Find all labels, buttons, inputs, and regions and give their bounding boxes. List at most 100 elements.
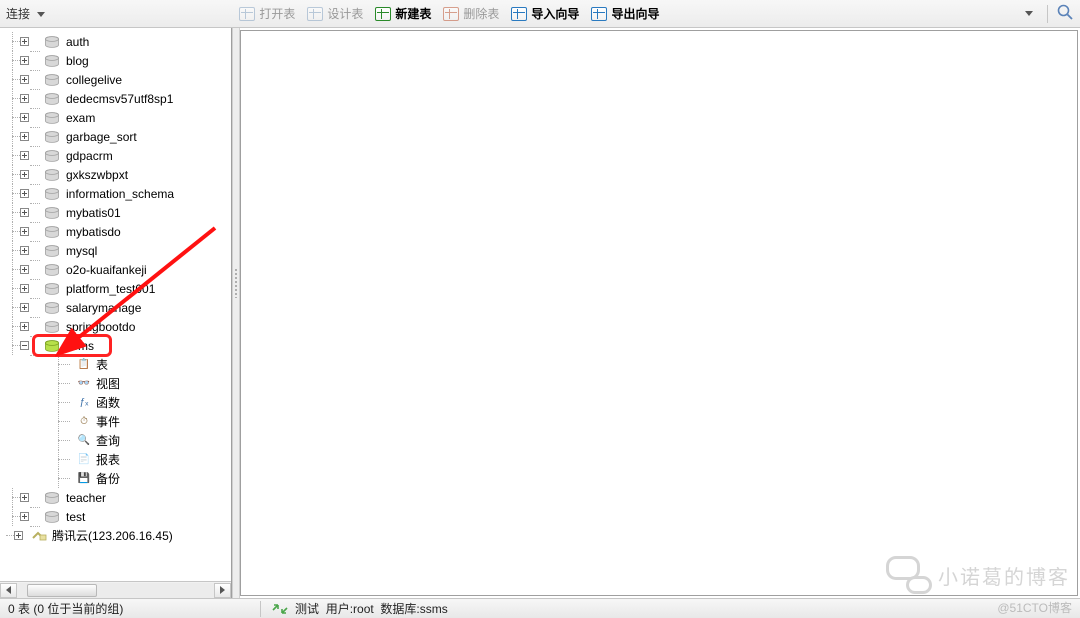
database-node-information_schema[interactable]: information_schema xyxy=(2,184,231,203)
database-icon xyxy=(44,169,62,181)
search-button[interactable] xyxy=(1056,3,1074,24)
database-icon xyxy=(44,36,62,48)
delete-table-label: 删除表 xyxy=(463,5,499,22)
status-right: 测试 用户: root 数据库: ssms xyxy=(261,600,458,617)
toolbar: 连接 打开表 设计表 新建表 删除表 导入向导 导出向导 xyxy=(0,0,1080,28)
db-child-events[interactable]: ⏱ 事件 xyxy=(2,412,231,431)
database-node-dedecmsv57utf8sp1[interactable]: dedecmsv57utf8sp1 xyxy=(2,89,231,108)
db-child-views[interactable]: 👓 视图 xyxy=(2,374,231,393)
status-db-label: 数据库: xyxy=(380,600,419,617)
database-node-o2o-kuaifankeji[interactable]: o2o-kuaifankeji xyxy=(2,260,231,279)
design-table-label: 设计表 xyxy=(327,5,363,22)
database-label: mysql xyxy=(66,244,97,258)
database-label: auth xyxy=(66,35,89,49)
status-user-value: root xyxy=(353,602,374,616)
scroll-track[interactable] xyxy=(17,583,214,598)
db-child-label: 视图 xyxy=(96,375,120,392)
status-db-value: ssms xyxy=(420,602,448,616)
database-label: gxkszwbpxt xyxy=(66,168,128,182)
database-label: salarymanage xyxy=(66,301,141,315)
toolbar-group: 打开表 设计表 新建表 删除表 导入向导 导出向导 xyxy=(233,3,665,25)
connection-icon xyxy=(30,530,48,542)
backups-icon: 💾 xyxy=(76,473,92,485)
connection-dropdown[interactable]: 连接 xyxy=(6,5,45,22)
database-icon xyxy=(44,245,62,257)
database-label: dedecmsv57utf8sp1 xyxy=(66,92,173,106)
connection-status-icon xyxy=(271,602,289,616)
search-icon xyxy=(1056,3,1074,21)
database-node-collegelive[interactable]: collegelive xyxy=(2,70,231,89)
database-label: mybatis01 xyxy=(66,206,121,220)
status-bar: 0 表 (0 位于当前的组) 测试 用户: root 数据库: ssms xyxy=(0,598,1080,618)
database-node-auth[interactable]: auth xyxy=(2,32,231,51)
database-node-salarymanage[interactable]: salarymanage xyxy=(2,298,231,317)
arrow-right-icon xyxy=(220,586,225,594)
import-wizard-button[interactable]: 导入向导 xyxy=(505,3,585,25)
db-child-label: 事件 xyxy=(96,413,120,430)
db-child-queries[interactable]: 🔍 查询 xyxy=(2,431,231,450)
database-icon xyxy=(44,150,62,162)
status-user-label: 用户: xyxy=(326,600,353,617)
open-table-label: 打开表 xyxy=(259,5,295,22)
export-icon xyxy=(591,7,607,21)
open-table-button[interactable]: 打开表 xyxy=(233,3,301,25)
database-node-test[interactable]: test xyxy=(2,507,231,526)
scroll-left-button[interactable] xyxy=(0,583,17,598)
database-node-ssms[interactable]: ssms xyxy=(2,336,231,355)
database-node-teacher[interactable]: teacher xyxy=(2,488,231,507)
status-connection-name: 测试 xyxy=(295,600,319,617)
sidebar-hscrollbar[interactable] xyxy=(0,581,231,598)
database-node-platform_test001[interactable]: platform_test001 xyxy=(2,279,231,298)
main-split: auth blog collegelive xyxy=(0,28,1080,598)
database-node-mybatisdo[interactable]: mybatisdo xyxy=(2,222,231,241)
toolbar-overflow-dropdown[interactable] xyxy=(1025,11,1033,16)
db-child-tables[interactable]: 📋 表 xyxy=(2,355,231,374)
database-icon xyxy=(44,188,62,200)
database-tree[interactable]: auth blog collegelive xyxy=(0,28,231,549)
database-label: platform_test001 xyxy=(66,282,155,296)
database-node-gdpacrm[interactable]: gdpacrm xyxy=(2,146,231,165)
database-node-mybatis01[interactable]: mybatis01 xyxy=(2,203,231,222)
database-icon xyxy=(44,131,62,143)
design-table-button[interactable]: 设计表 xyxy=(301,3,369,25)
database-label: ssms xyxy=(66,339,94,353)
database-label: gdpacrm xyxy=(66,149,113,163)
database-node-mysql[interactable]: mysql xyxy=(2,241,231,260)
database-node-blog[interactable]: blog xyxy=(2,51,231,70)
db-child-backups[interactable]: 💾 备份 xyxy=(2,469,231,488)
db-child-reports[interactable]: 📄 报表 xyxy=(2,450,231,469)
database-icon xyxy=(44,74,62,86)
db-child-label: 查询 xyxy=(96,432,120,449)
connection-node[interactable]: 腾讯云(123.206.16.45) xyxy=(2,526,231,545)
new-table-icon xyxy=(375,7,391,21)
delete-table-button[interactable]: 删除表 xyxy=(437,3,505,25)
splitter-handle[interactable] xyxy=(232,28,240,598)
database-icon xyxy=(44,511,62,523)
connection-label: 腾讯云(123.206.16.45) xyxy=(52,527,173,544)
db-child-label: 表 xyxy=(96,356,108,373)
database-node-garbage_sort[interactable]: garbage_sort xyxy=(2,127,231,146)
reports-icon: 📄 xyxy=(76,454,92,466)
scroll-right-button[interactable] xyxy=(214,583,231,598)
database-label: o2o-kuaifankeji xyxy=(66,263,147,277)
database-node-exam[interactable]: exam xyxy=(2,108,231,127)
chevron-down-icon xyxy=(37,12,45,17)
scroll-thumb[interactable] xyxy=(27,584,97,597)
db-child-functions[interactable]: ƒₓ 函数 xyxy=(2,393,231,412)
database-label: exam xyxy=(66,111,95,125)
database-icon xyxy=(44,207,62,219)
database-icon xyxy=(44,340,62,352)
db-child-label: 备份 xyxy=(96,470,120,487)
new-table-button[interactable]: 新建表 xyxy=(369,3,437,25)
export-wizard-button[interactable]: 导出向导 xyxy=(585,3,665,25)
splitter-grip-icon xyxy=(234,268,238,298)
database-node-springbootdo[interactable]: springbootdo xyxy=(2,317,231,336)
status-left: 0 表 (0 位于当前的组) xyxy=(0,600,260,617)
database-icon xyxy=(44,55,62,67)
database-node-gxkszwbpxt[interactable]: gxkszwbpxt xyxy=(2,165,231,184)
database-label: teacher xyxy=(66,491,106,505)
database-icon xyxy=(44,93,62,105)
database-label: collegelive xyxy=(66,73,122,87)
database-icon xyxy=(44,302,62,314)
sidebar: auth blog collegelive xyxy=(0,28,232,598)
